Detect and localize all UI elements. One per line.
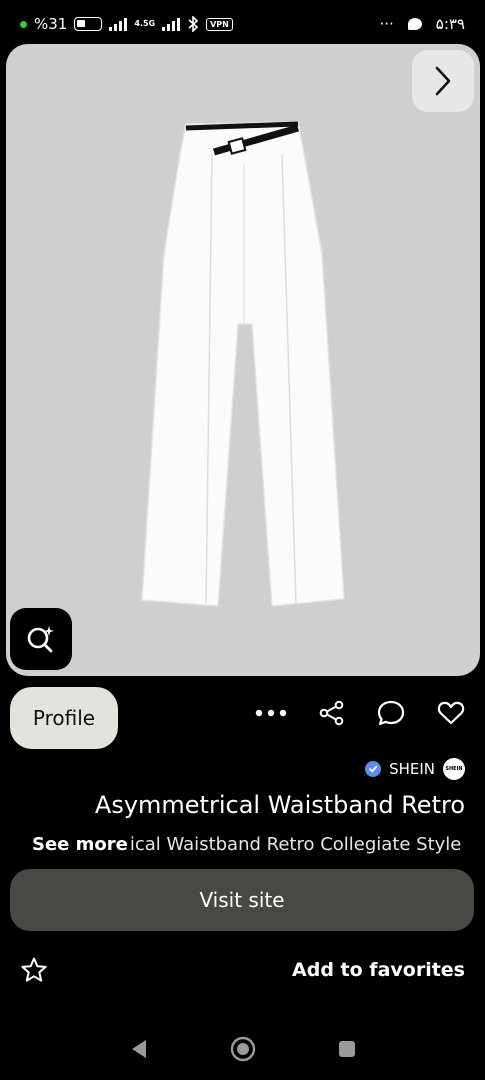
- more-options-icon[interactable]: [255, 709, 287, 717]
- product-image: [141, 121, 345, 607]
- chevron-right-icon: [435, 66, 451, 96]
- bluetooth-icon: [188, 16, 199, 32]
- heart-icon[interactable]: [437, 701, 465, 725]
- description-row: See more ical Waistband Retro Collegiate…: [32, 834, 465, 855]
- network-type: 4.5G: [134, 19, 156, 28]
- favorites-row[interactable]: Add to favorites: [20, 952, 465, 988]
- signal-2-icon: [162, 17, 181, 31]
- lens-search-icon: [27, 626, 54, 653]
- signal-icon: [109, 17, 128, 31]
- clock: ۵:۳۹: [435, 15, 465, 33]
- next-image-button[interactable]: [412, 50, 474, 112]
- verified-badge-icon: [365, 761, 382, 777]
- visual-search-button[interactable]: [10, 608, 72, 670]
- vpn-badge: VPN: [206, 17, 233, 31]
- visit-site-button[interactable]: Visit site: [10, 869, 474, 931]
- home-icon[interactable]: [230, 1036, 256, 1062]
- visit-site-label: Visit site: [199, 888, 285, 912]
- brand-name: SHEIN: [389, 760, 435, 778]
- pin-description: ical Waistband Retro Collegiate Style: [129, 834, 462, 855]
- profile-label: Profile: [32, 706, 96, 730]
- comment-icon[interactable]: [377, 700, 405, 726]
- pin-actions: [255, 700, 465, 726]
- battery-icon: [74, 17, 103, 31]
- more-notifications-icon: ···: [379, 15, 394, 33]
- see-more-link[interactable]: See more: [32, 834, 128, 855]
- back-icon[interactable]: [130, 1039, 148, 1059]
- status-bar: %31 4.5G VPN ··· ۵:۳۹: [0, 0, 485, 48]
- pin-title: Asymmetrical Waistband Retro: [94, 791, 465, 819]
- chat-notification-icon: [407, 18, 422, 30]
- brand-row[interactable]: SHEIN SHEIN: [365, 758, 465, 780]
- privacy-indicator-icon: [20, 20, 27, 28]
- star-icon[interactable]: [20, 956, 48, 984]
- profile-button[interactable]: Profile: [10, 687, 118, 749]
- add-to-favorites-button[interactable]: Add to favorites: [292, 959, 465, 981]
- recents-icon[interactable]: [338, 1040, 356, 1058]
- share-icon[interactable]: [319, 700, 345, 726]
- brand-avatar: SHEIN: [443, 758, 465, 780]
- battery-percent: %31: [34, 15, 68, 33]
- system-nav-bar: [0, 1022, 485, 1076]
- pin-image[interactable]: [6, 44, 480, 676]
